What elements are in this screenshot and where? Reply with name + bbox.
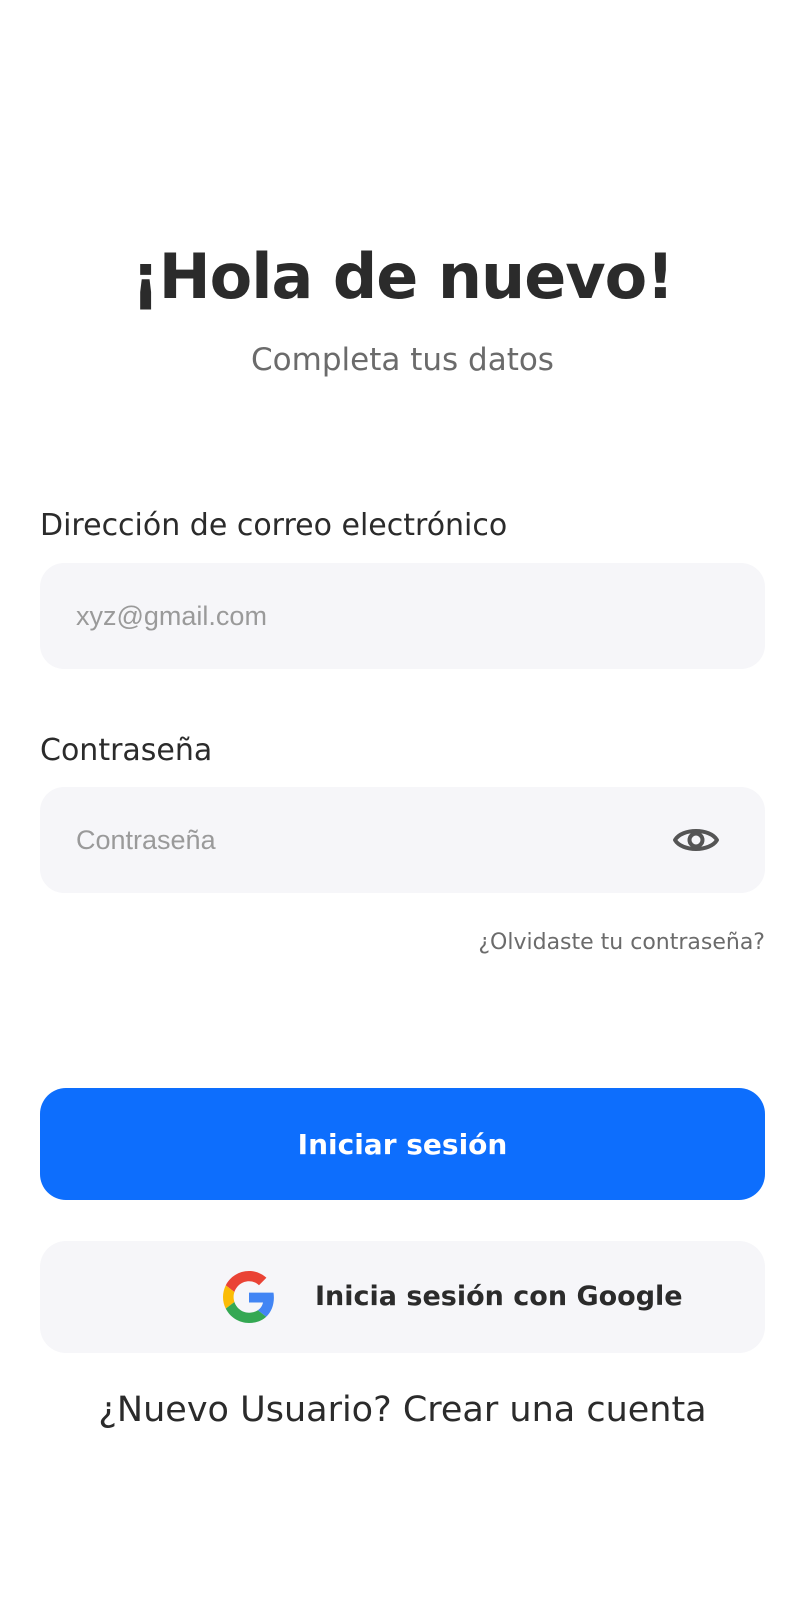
password-input[interactable]: [76, 787, 636, 893]
email-label: Dirección de correo electrónico: [40, 508, 508, 543]
signup-question: ¿Nuevo Usuario?: [98, 1390, 392, 1430]
login-button[interactable]: Iniciar sesión: [40, 1088, 765, 1200]
password-label: Contraseña: [40, 733, 213, 768]
email-input[interactable]: [76, 563, 726, 669]
signup-prompt: ¿Nuevo Usuario? Crear una cuenta: [0, 1390, 805, 1430]
google-login-button[interactable]: Inicia sesión con Google: [40, 1241, 765, 1353]
create-account-link[interactable]: Crear una cuenta: [403, 1390, 707, 1430]
page-title: ¡Hola de nuevo!: [131, 240, 674, 313]
page-subtitle: Completa tus datos: [251, 342, 554, 378]
email-field-container: [40, 563, 765, 669]
google-login-label: Inicia sesión con Google: [315, 1281, 683, 1312]
eye-icon[interactable]: [672, 820, 720, 860]
google-icon: [223, 1271, 274, 1323]
forgot-password-link[interactable]: ¿Olvidaste tu contraseña?: [478, 930, 765, 955]
password-field-container: [40, 787, 765, 893]
